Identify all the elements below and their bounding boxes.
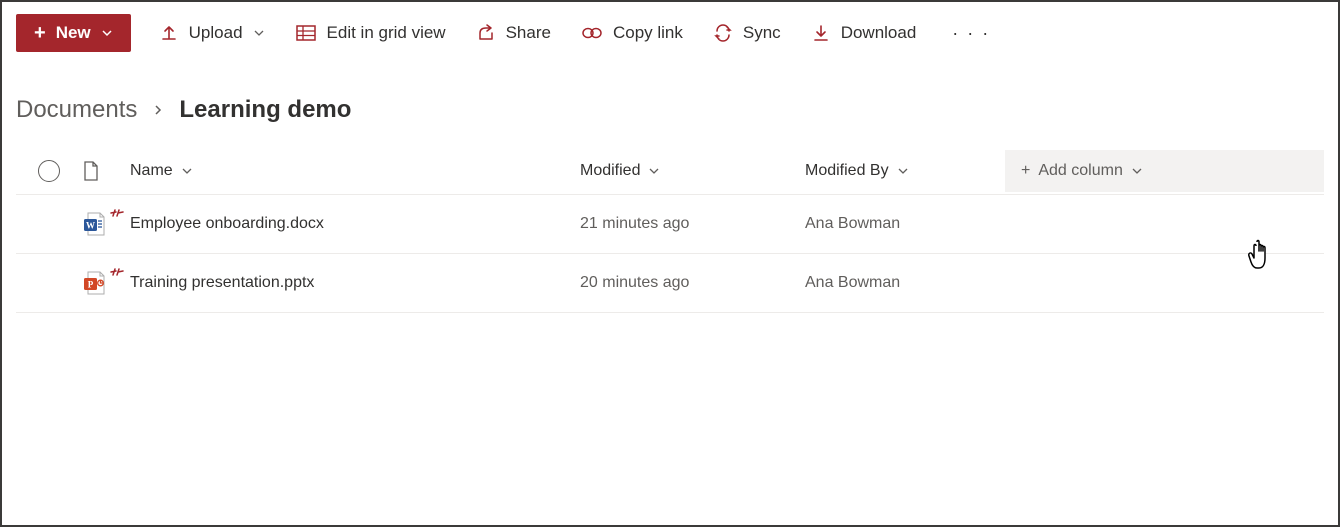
- list-header: Name Modified Modified By + Add column: [16, 148, 1324, 195]
- chevron-down-icon: [648, 165, 660, 177]
- new-button[interactable]: + New: [16, 14, 131, 52]
- name-column-label: Name: [130, 162, 173, 180]
- new-button-label: New: [56, 23, 91, 43]
- file-name[interactable]: Employee onboarding.docx: [130, 215, 580, 233]
- sync-icon: [713, 23, 733, 43]
- select-all-column: [16, 160, 82, 182]
- modified-by-column-header[interactable]: Modified By: [805, 162, 1005, 180]
- file-icon: [82, 160, 100, 182]
- plus-icon: +: [1021, 162, 1030, 180]
- word-file-icon: W: [82, 211, 106, 237]
- download-label: Download: [841, 23, 917, 43]
- upload-label: Upload: [189, 23, 243, 43]
- share-icon: [476, 23, 496, 43]
- svg-text:P: P: [88, 280, 94, 290]
- chevron-down-icon: [897, 165, 909, 177]
- copy-link-button[interactable]: Copy link: [579, 19, 685, 47]
- file-type-column-header[interactable]: [82, 160, 130, 182]
- chevron-right-icon: [151, 103, 165, 117]
- edit-grid-button[interactable]: Edit in grid view: [293, 19, 448, 47]
- chevron-down-icon: [101, 27, 113, 39]
- add-column-button[interactable]: + Add column: [1005, 150, 1324, 192]
- ellipsis-icon: · · ·: [952, 23, 990, 43]
- svg-text:W: W: [86, 221, 95, 231]
- breadcrumb-root[interactable]: Documents: [16, 96, 137, 124]
- file-modified: 20 minutes ago: [580, 274, 805, 292]
- new-indicator-icon: [110, 205, 124, 219]
- command-bar: + New Upload Edit in grid view Share Cop…: [2, 2, 1338, 64]
- file-modified-by: Ana Bowman: [805, 215, 1005, 233]
- grid-icon: [295, 23, 317, 43]
- name-column-header[interactable]: Name: [130, 162, 580, 180]
- download-icon: [811, 23, 831, 43]
- sync-label: Sync: [743, 23, 781, 43]
- sync-button[interactable]: Sync: [711, 19, 783, 47]
- plus-icon: +: [34, 23, 46, 43]
- share-label: Share: [506, 23, 551, 43]
- file-modified: 21 minutes ago: [580, 215, 805, 233]
- chevron-down-icon: [253, 27, 265, 39]
- add-column-label: Add column: [1038, 162, 1123, 180]
- chevron-down-icon: [181, 165, 193, 177]
- edit-grid-label: Edit in grid view: [327, 23, 446, 43]
- upload-button[interactable]: Upload: [157, 19, 267, 47]
- file-modified-by: Ana Bowman: [805, 274, 1005, 292]
- breadcrumb-current: Learning demo: [179, 96, 351, 124]
- file-icon-cell: P: [82, 270, 130, 296]
- modified-by-column-label: Modified By: [805, 162, 889, 180]
- table-row[interactable]: P Training presentation.pptx 20 minutes …: [16, 254, 1324, 313]
- share-button[interactable]: Share: [474, 19, 553, 47]
- table-row[interactable]: W Employee onboarding.docx 21 minutes ag…: [16, 195, 1324, 254]
- breadcrumb: Documents Learning demo: [2, 64, 1338, 148]
- file-name[interactable]: Training presentation.pptx: [130, 274, 580, 292]
- powerpoint-file-icon: P: [82, 270, 106, 296]
- link-icon: [581, 23, 603, 43]
- modified-column-header[interactable]: Modified: [580, 162, 805, 180]
- more-actions-button[interactable]: · · ·: [944, 19, 998, 48]
- new-indicator-icon: [110, 264, 124, 278]
- select-all-toggle[interactable]: [38, 160, 60, 182]
- file-icon-cell: W: [82, 211, 130, 237]
- modified-column-label: Modified: [580, 162, 640, 180]
- download-button[interactable]: Download: [809, 19, 919, 47]
- chevron-down-icon: [1131, 165, 1143, 177]
- upload-icon: [159, 23, 179, 43]
- copy-link-label: Copy link: [613, 23, 683, 43]
